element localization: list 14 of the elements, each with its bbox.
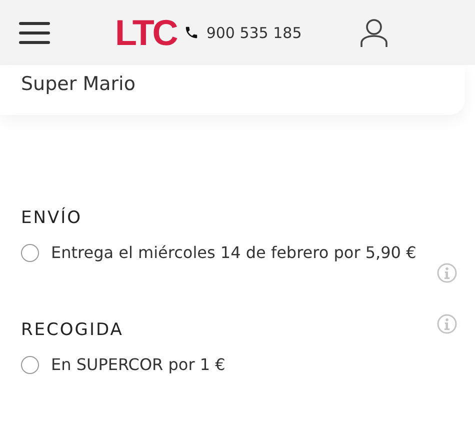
radio-option[interactable]: En SUPERCOR por 1 € xyxy=(21,355,453,374)
radio-option[interactable]: Entrega el miércoles 14 de febrero por 5,90 € xyxy=(21,243,453,262)
user-icon[interactable] xyxy=(360,18,388,48)
menu-icon[interactable] xyxy=(19,22,50,44)
section-title: RECOGIDA xyxy=(21,320,124,340)
logo[interactable]: LTC xyxy=(115,12,176,52)
section-title: ENVÍO xyxy=(21,208,82,228)
info-icon[interactable] xyxy=(437,263,457,283)
phone-icon xyxy=(184,25,200,40)
info-icon[interactable] xyxy=(437,314,457,334)
radio-button[interactable] xyxy=(21,356,39,374)
phone-number[interactable]: 900 535 185 xyxy=(206,24,302,42)
radio-button[interactable] xyxy=(21,244,39,262)
product-name: Super Mario xyxy=(21,73,136,95)
